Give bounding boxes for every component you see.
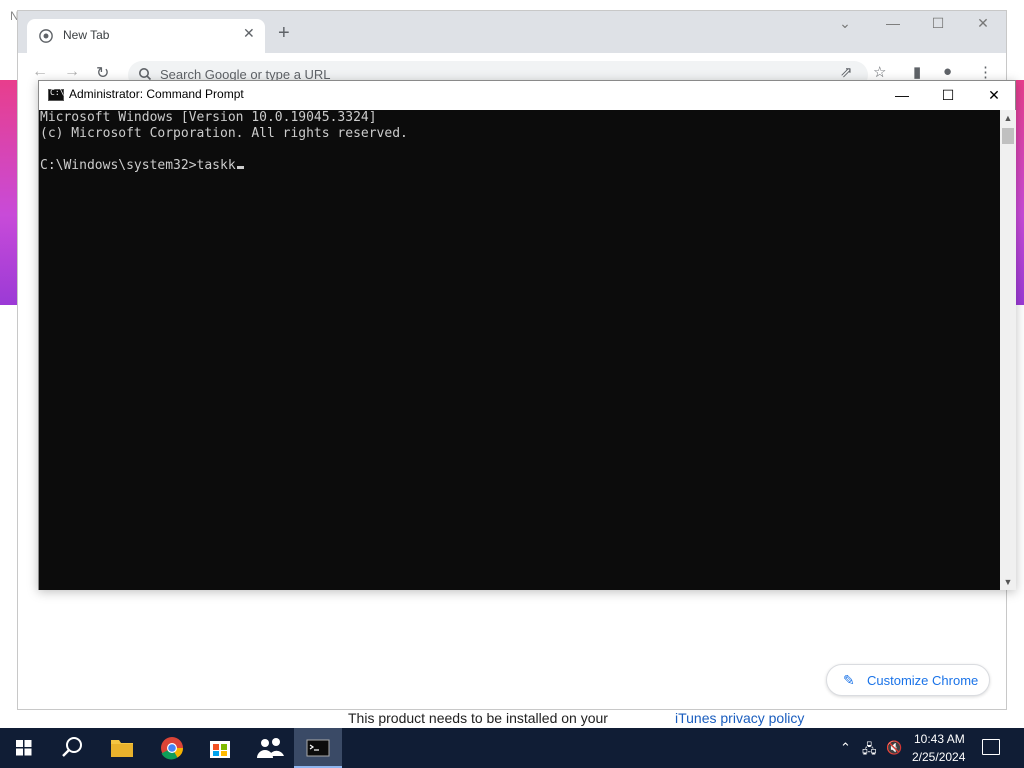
chrome-tab-title: New Tab — [63, 28, 110, 42]
close-tab-icon[interactable]: ✕ — [243, 25, 255, 42]
text-cursor — [236, 166, 244, 169]
chrome-minimize-button[interactable]: — — [878, 15, 908, 31]
new-tab-button[interactable]: + — [278, 23, 290, 43]
network-icon[interactable]: 🖧 — [862, 740, 877, 762]
customize-chrome-button[interactable]: ✎ Customize Chrome — [826, 664, 990, 696]
cmd-close-button[interactable]: ✕ — [971, 81, 1017, 110]
cmd-minimize-button[interactable]: — — [879, 81, 925, 110]
customize-chrome-label: Customize Chrome — [867, 673, 979, 688]
folder-icon — [111, 740, 133, 757]
pencil-icon: ✎ — [843, 672, 855, 688]
page-banner-left — [0, 80, 18, 305]
taskbar-store[interactable] — [196, 728, 244, 768]
profile-icon[interactable]: ● — [943, 63, 952, 80]
chrome-close-button[interactable]: ✕ — [968, 15, 998, 32]
volume-muted-icon[interactable]: 🔇 — [886, 740, 902, 756]
start-button[interactable] — [0, 728, 48, 768]
taskbar-search-button[interactable] — [48, 728, 96, 768]
share-icon[interactable]: ⇗ — [840, 63, 853, 81]
taskbar-people[interactable] — [246, 728, 294, 768]
store-icon — [210, 741, 230, 758]
taskbar-file-explorer[interactable] — [98, 728, 146, 768]
show-hidden-icons-chevron-icon[interactable]: ⌃ — [840, 740, 851, 756]
itunes-privacy-link[interactable]: iTunes privacy policy — [675, 710, 804, 726]
console-prompt-line[interactable]: C:\Windows\system32>taskk — [40, 158, 244, 174]
chrome-tabstrip: New Tab ✕ + ⌄ — ☐ ✕ — [18, 11, 1006, 53]
cmd-icon: C:\ — [48, 88, 64, 101]
side-panel-icon[interactable]: ▮ — [913, 63, 921, 81]
cmd-titlebar[interactable]: C:\ Administrator: Command Prompt — ☐ ✕ — [39, 81, 1015, 110]
cmd-scrollbar[interactable]: ▲ ▼ — [1000, 110, 1016, 590]
cmd-icon — [306, 739, 330, 757]
scroll-up-arrow-icon[interactable]: ▲ — [1000, 110, 1016, 126]
tab-search-icon[interactable]: ⌄ — [830, 15, 860, 32]
command-prompt-window[interactable]: C:\ Administrator: Command Prompt — ☐ ✕ … — [38, 80, 1016, 590]
install-notice-text: This product needs to be installed on yo… — [348, 710, 608, 726]
chrome-icon — [161, 737, 183, 760]
console-command-text: C:\Windows\system32>taskk — [40, 158, 236, 173]
taskbar: ⌃ 🖧 🔇 10:43 AM 2/25/2024 — [0, 728, 1024, 768]
search-icon — [139, 68, 152, 81]
console-line: Microsoft Windows [Version 10.0.19045.33… — [40, 110, 377, 125]
bookmark-star-icon[interactable]: ☆ — [873, 63, 886, 81]
cmd-console[interactable]: Microsoft Windows [Version 10.0.19045.33… — [39, 110, 1000, 590]
notification-center-icon[interactable] — [982, 739, 1000, 755]
taskbar-command-prompt[interactable] — [294, 728, 342, 768]
scrollbar-thumb[interactable] — [1002, 128, 1014, 144]
forward-icon[interactable]: → — [64, 63, 80, 81]
taskbar-chrome[interactable] — [148, 728, 196, 768]
windows-icon — [16, 740, 32, 756]
cmd-maximize-button[interactable]: ☐ — [925, 81, 971, 110]
search-icon — [62, 737, 82, 757]
clock-time[interactable]: 10:43 AM — [914, 732, 965, 746]
chrome-maximize-button[interactable]: ☐ — [923, 15, 953, 32]
cmd-window-title: Administrator: Command Prompt — [69, 87, 244, 101]
chrome-icon — [39, 29, 53, 43]
people-icon — [257, 738, 284, 758]
chrome-tab-new-tab[interactable]: New Tab ✕ — [27, 19, 265, 53]
console-line: (c) Microsoft Corporation. All rights re… — [40, 126, 408, 141]
scroll-down-arrow-icon[interactable]: ▼ — [1000, 574, 1016, 590]
chrome-menu-icon[interactable]: ⋮ — [978, 63, 993, 81]
back-icon[interactable]: ← — [32, 63, 48, 81]
clock-date[interactable]: 2/25/2024 — [912, 750, 965, 764]
